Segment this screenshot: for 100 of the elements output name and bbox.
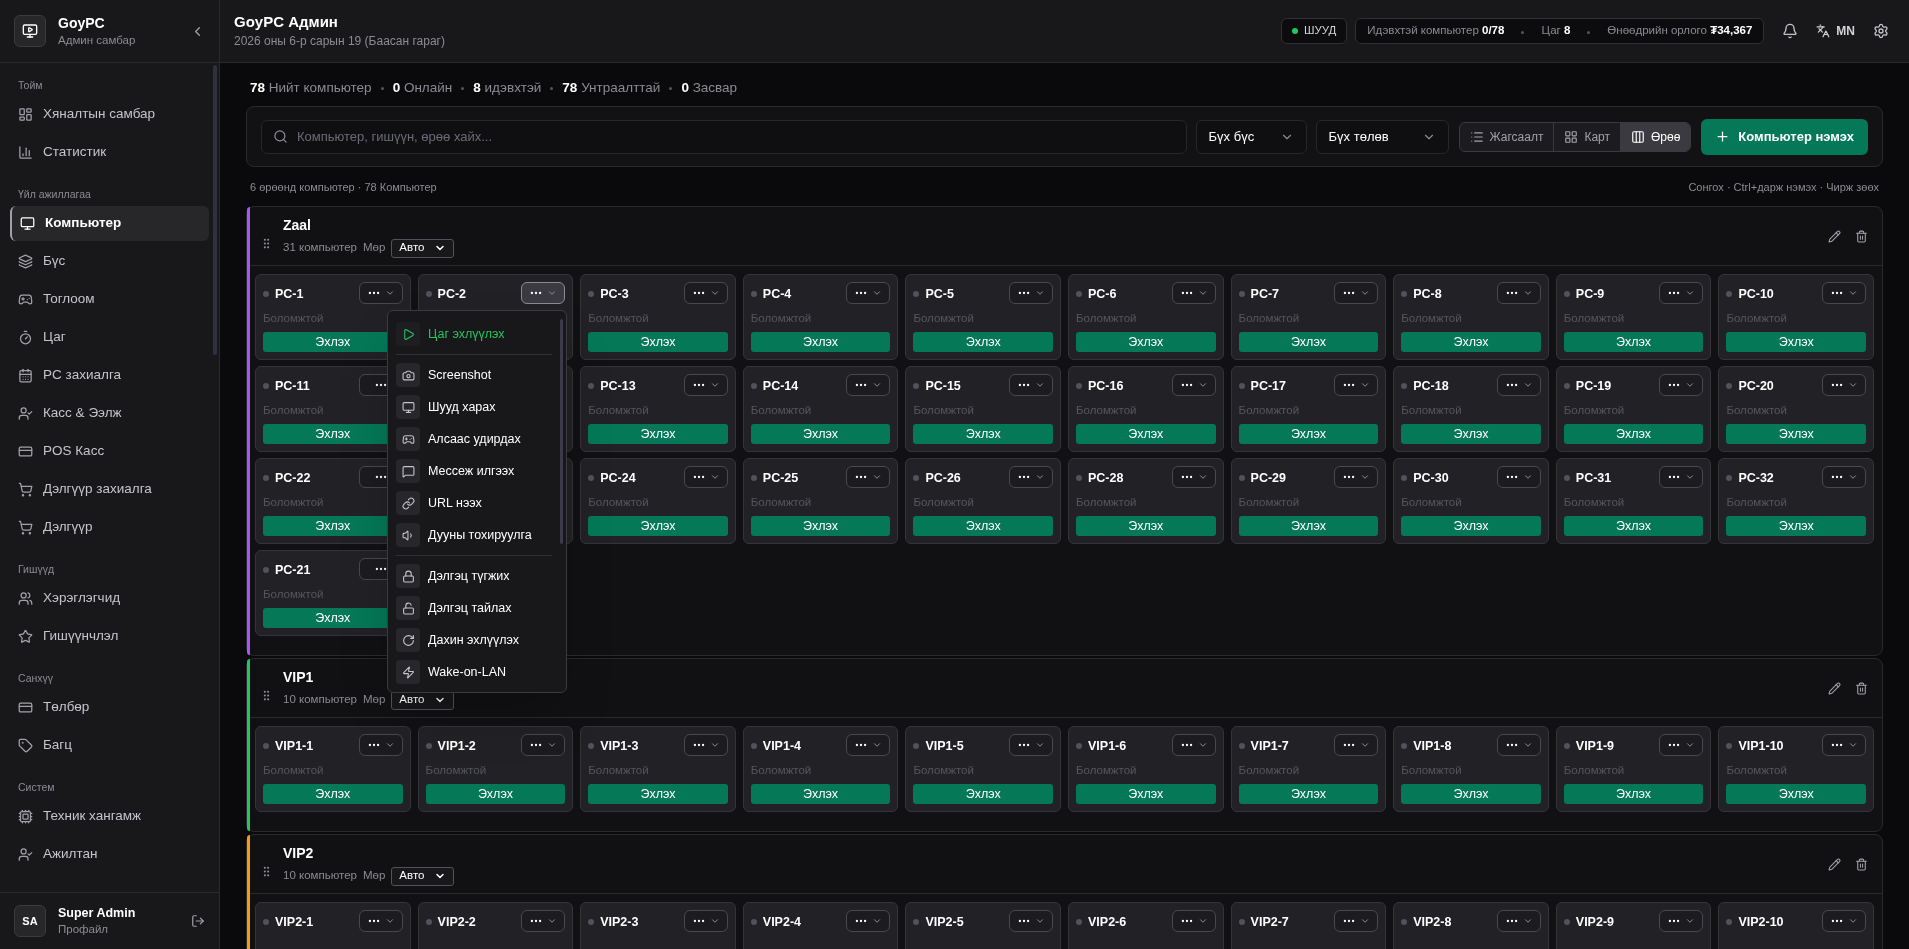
computer-card[interactable]: PC-6 Боломжтой Эхлэх	[1068, 274, 1224, 360]
nav-item[interactable]: Дэлгүүр	[10, 510, 209, 545]
computer-card[interactable]: PC-3 Боломжтой Эхлэх	[580, 274, 736, 360]
nav-item[interactable]: POS Касс	[10, 434, 209, 469]
computer-card[interactable]: PC-16 Боломжтой Эхлэх	[1068, 366, 1224, 452]
start-button[interactable]: Эхлэх	[1563, 516, 1704, 537]
computer-card[interactable]: PC-9 Боломжтой Эхлэх	[1555, 274, 1712, 360]
view-tab[interactable]: Жагсаалт	[1459, 122, 1554, 151]
computer-card[interactable]: PC-8 Боломжтой Эхлэх	[1393, 274, 1549, 360]
computer-card[interactable]: VIP1-4 Боломжтой Эхлэх	[742, 726, 899, 812]
start-button[interactable]: Эхлэх	[750, 332, 891, 353]
menu-item[interactable]: Wake-on-LAN	[396, 656, 552, 688]
computer-card[interactable]: VIP1-6 Боломжтой Эхлэх	[1068, 726, 1224, 812]
computer-card[interactable]: PC-19 Боломжтой Эхлэх	[1555, 366, 1712, 452]
add-computer-button[interactable]: Компьютер нэмэх	[1701, 118, 1868, 155]
nav-item[interactable]: Бүс	[10, 244, 209, 279]
row-mode-select[interactable]: Авто	[391, 238, 455, 258]
start-button[interactable]: Эхлэх	[750, 784, 891, 805]
computer-card[interactable]: PC-17 Боломжтой Эхлэх	[1230, 366, 1387, 452]
nav-item[interactable]: Компьютер	[10, 206, 209, 241]
start-button[interactable]: Эхлэх	[1401, 332, 1541, 353]
computer-card[interactable]: VIP1-2 Боломжтой Эхлэх	[417, 726, 574, 812]
start-button[interactable]: Эхлэх	[1238, 516, 1379, 537]
start-button[interactable]: Эхлэх	[425, 784, 566, 805]
nav-item[interactable]: Хяналтын самбар	[10, 97, 209, 132]
computer-card[interactable]: PC-15 Боломжтой Эхлэх	[905, 366, 1061, 452]
computer-card[interactable]: VIP1-3 Боломжтой Эхлэх	[580, 726, 736, 812]
computer-card[interactable]: PC-10 Боломжтой Эхлэх	[1718, 274, 1874, 360]
nav-item[interactable]: Дэлгүүр захиалга	[10, 472, 209, 507]
computer-card[interactable]: VIP1-1 Боломжтой Эхлэх	[255, 726, 411, 812]
start-button[interactable]: Эхлэх	[263, 784, 403, 805]
nav-item[interactable]: Статистик	[10, 135, 209, 170]
computer-card[interactable]: PC-29 Боломжтой Эхлэх	[1230, 458, 1387, 544]
computer-card[interactable]: VIP2-2	[417, 902, 574, 949]
start-button[interactable]: Эхлэх	[1076, 332, 1216, 353]
start-button[interactable]: Эхлэх	[913, 332, 1053, 353]
profile-link[interactable]: Профайл	[58, 921, 179, 936]
nav-item[interactable]: Ажилтан	[10, 837, 209, 872]
nav-item[interactable]: Касс & Ээлж	[10, 396, 209, 431]
computer-card[interactable]: VIP1-5 Боломжтой Эхлэх	[905, 726, 1061, 812]
computer-card[interactable]: VIP2-5	[905, 902, 1061, 949]
computer-card[interactable]: VIP1-10 Боломжтой Эхлэх	[1718, 726, 1874, 812]
computer-card[interactable]: VIP1-9 Боломжтой Эхлэх	[1555, 726, 1712, 812]
start-button[interactable]: Эхлэх	[1726, 424, 1866, 445]
start-button[interactable]: Эхлэх	[1563, 784, 1704, 805]
filter-dropdown[interactable]: Бүх төлөв	[1315, 119, 1449, 154]
computer-card[interactable]: VIP2-1	[255, 902, 411, 949]
computer-card[interactable]: VIP2-8	[1393, 902, 1549, 949]
computer-card[interactable]: VIP2-3	[580, 902, 736, 949]
computer-card[interactable]: PC-28 Боломжтой Эхлэх	[1068, 458, 1224, 544]
computer-card[interactable]: VIP1-8 Боломжтой Эхлэх	[1393, 726, 1549, 812]
start-button[interactable]: Эхлэх	[1238, 784, 1379, 805]
nav-item[interactable]: Багц	[10, 728, 209, 763]
start-button[interactable]: Эхлэх	[750, 424, 891, 445]
nav-item[interactable]: Гишүүнчлэл	[10, 619, 209, 654]
row-mode-select[interactable]: Авто	[391, 866, 455, 886]
start-button[interactable]: Эхлэх	[1401, 516, 1541, 537]
nav-item[interactable]: Цаг	[10, 320, 209, 355]
nav-item[interactable]: Техник хангамж	[10, 799, 209, 834]
computer-card[interactable]: PC-18 Боломжтой Эхлэх	[1393, 366, 1549, 452]
start-button[interactable]: Эхлэх	[1401, 784, 1541, 805]
nav-item[interactable]: Хэрэглэгчид	[10, 581, 209, 616]
computer-card[interactable]: PC-32 Боломжтой Эхлэх	[1718, 458, 1874, 544]
start-button[interactable]: Эхлэх	[1563, 424, 1704, 445]
start-button[interactable]: Эхлэх	[1726, 332, 1866, 353]
start-button[interactable]: Эхлэх	[1401, 424, 1541, 445]
computer-card[interactable]: PC-26 Боломжтой Эхлэх	[905, 458, 1061, 544]
nav-item[interactable]: PC захиалга	[10, 358, 209, 393]
computer-card[interactable]: PC-14 Боломжтой Эхлэх	[742, 366, 899, 452]
filter-dropdown[interactable]: Бүх бүс	[1195, 119, 1307, 154]
computer-card[interactable]: PC-31 Боломжтой Эхлэх	[1555, 458, 1712, 544]
start-button[interactable]: Эхлэх	[588, 516, 728, 537]
start-button[interactable]: Эхлэх	[588, 424, 728, 445]
computer-card[interactable]: PC-20 Боломжтой Эхлэх	[1718, 366, 1874, 452]
computer-card[interactable]: PC-25 Боломжтой Эхлэх	[742, 458, 899, 544]
view-tab[interactable]: Өрөө	[1620, 122, 1691, 151]
computer-card[interactable]: VIP2-6	[1068, 902, 1224, 949]
start-button[interactable]: Эхлэх	[913, 424, 1053, 445]
start-button[interactable]: Эхлэх	[1076, 424, 1216, 445]
start-button[interactable]: Эхлэх	[588, 332, 728, 353]
language-button[interactable]: MN	[1816, 22, 1855, 40]
start-button[interactable]: Эхлэх	[913, 516, 1053, 537]
start-button[interactable]: Эхлэх	[1076, 784, 1216, 805]
start-button[interactable]: Эхлэх	[1563, 332, 1704, 353]
computer-card[interactable]: VIP2-9	[1555, 902, 1712, 949]
nav-item[interactable]: Төлбөр	[10, 690, 209, 725]
computer-card[interactable]: PC-5 Боломжтой Эхлэх	[905, 274, 1061, 360]
computer-card[interactable]: VIP2-4	[742, 902, 899, 949]
computer-card[interactable]: PC-1 Боломжтой Эхлэх	[255, 274, 411, 360]
nav-item[interactable]: Тоглоом	[10, 282, 209, 317]
computer-card[interactable]: PC-4 Боломжтой Эхлэх	[742, 274, 899, 360]
start-button[interactable]: Эхлэх	[1238, 424, 1379, 445]
start-button[interactable]: Эхлэх	[913, 784, 1053, 805]
computer-card[interactable]: VIP2-7	[1230, 902, 1387, 949]
start-button[interactable]: Эхлэх	[588, 784, 728, 805]
start-button[interactable]: Эхлэх	[1726, 784, 1866, 805]
computer-card[interactable]: PC-7 Боломжтой Эхлэх	[1230, 274, 1387, 360]
start-button[interactable]: Эхлэх	[1076, 516, 1216, 537]
computer-card[interactable]: VIP2-10	[1718, 902, 1874, 949]
start-button[interactable]: Эхлэх	[1726, 516, 1866, 537]
